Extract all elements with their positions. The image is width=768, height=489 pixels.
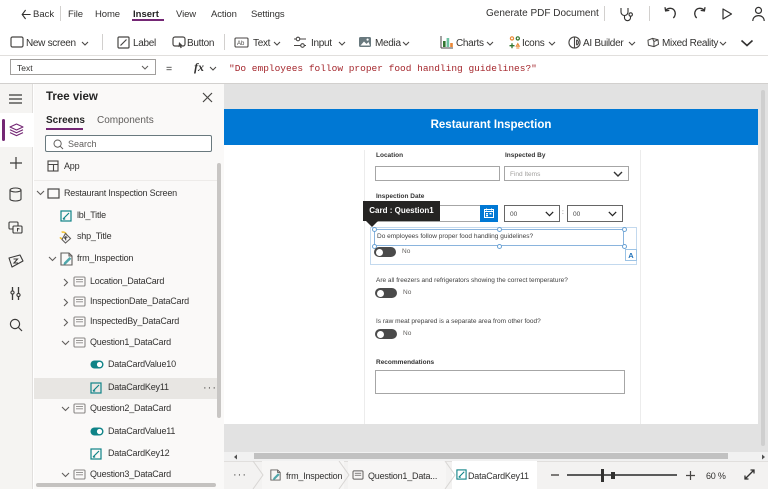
svg-text:Ab: Ab bbox=[237, 41, 245, 47]
